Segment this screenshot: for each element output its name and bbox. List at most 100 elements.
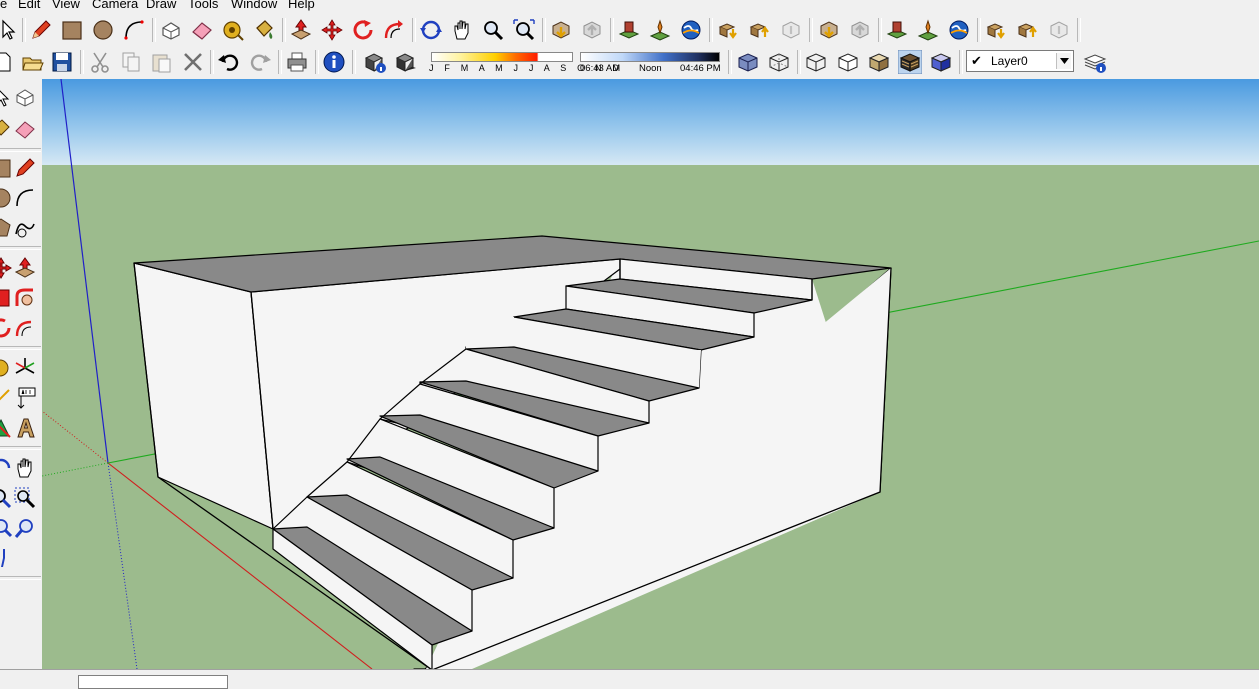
toolbar-separator (412, 18, 416, 42)
undo-icon[interactable] (216, 49, 242, 75)
menu-draw[interactable]: Draw (146, 0, 176, 12)
pan-tool-icon[interactable] (449, 17, 475, 43)
monochrome-icon[interactable] (928, 49, 954, 75)
make-component-icon[interactable] (158, 17, 184, 43)
chevron-down-icon[interactable] (1056, 53, 1071, 69)
paint-bucket-icon[interactable] (251, 17, 277, 43)
new-file-icon[interactable] (0, 49, 16, 75)
walk-tool-icon-left[interactable] (0, 545, 14, 571)
time-end-label: 04:46 PM (680, 63, 721, 74)
time-slider-track[interactable] (580, 52, 720, 62)
toggle-terrain-icon-2[interactable] (915, 17, 941, 43)
toolbar-separator (22, 18, 26, 42)
zoom-window-icon-left[interactable] (12, 485, 38, 511)
toggle-terrain-icon[interactable] (647, 17, 673, 43)
sky (42, 79, 1259, 165)
open-file-icon[interactable] (20, 49, 46, 75)
arc-tool-icon-left[interactable] (12, 185, 38, 211)
toolbar-separator (977, 18, 981, 42)
rotate-tool-icon[interactable] (350, 17, 376, 43)
share-model-icon-2[interactable] (847, 17, 873, 43)
hidden-line-icon[interactable] (835, 49, 861, 75)
get-models-icon[interactable] (548, 17, 574, 43)
display-shadows-icon[interactable] (393, 49, 419, 75)
shadow-settings-icon[interactable] (362, 49, 388, 75)
move-tool-icon[interactable] (319, 17, 345, 43)
print-icon[interactable] (284, 49, 310, 75)
drawing-viewport[interactable] (42, 79, 1259, 669)
offset-tool-icon-left[interactable] (12, 315, 38, 341)
menu-camera[interactable]: Camera (92, 0, 138, 12)
components-download-icon[interactable] (716, 17, 742, 43)
menu-edit[interactable]: Edit (18, 0, 40, 12)
pan-tool-icon-left[interactable] (12, 455, 38, 481)
menu-view[interactable]: View (52, 0, 80, 12)
paste-icon[interactable] (148, 49, 174, 75)
shaded-textures-icon[interactable] (897, 49, 923, 75)
toolbar-separator (709, 18, 713, 42)
rectangle-tool-icon[interactable] (59, 17, 85, 43)
google-earth-icon[interactable] (678, 17, 704, 43)
push-pull-icon-left[interactable] (12, 255, 38, 281)
zoom-extents-icon[interactable] (511, 17, 537, 43)
arc-tool-icon[interactable] (121, 17, 147, 43)
menu-help[interactable]: Help (288, 0, 315, 12)
text-tool-icon-left[interactable] (12, 385, 38, 411)
month-slider-track[interactable] (431, 52, 573, 62)
freehand-tool-icon-left[interactable] (12, 215, 38, 241)
components-download-icon-2[interactable] (984, 17, 1010, 43)
make-component-icon-left[interactable] (12, 84, 38, 110)
redo-icon[interactable] (247, 49, 273, 75)
menu-tools[interactable]: Tools (188, 0, 218, 12)
pencil-tool-icon-left[interactable] (12, 155, 38, 181)
zoom-extents-icon-left[interactable] (12, 515, 38, 541)
google-earth-icon-2[interactable] (946, 17, 972, 43)
pencil-tool-icon[interactable] (28, 17, 54, 43)
time-start-label: 06:43 AM (580, 63, 621, 74)
delete-icon[interactable] (180, 49, 206, 75)
palette-separator (0, 446, 41, 450)
model-info-icon[interactable] (321, 49, 347, 75)
share-component-icon-2[interactable] (1046, 17, 1072, 43)
select-tool-icon[interactable] (0, 17, 20, 43)
get-models-icon-2[interactable] (816, 17, 842, 43)
components-upload-icon-2[interactable] (1015, 17, 1041, 43)
eraser-tool-icon-left[interactable] (12, 116, 38, 142)
toolbar-separator (352, 50, 356, 74)
save-icon[interactable] (49, 49, 75, 75)
scene-canvas[interactable] (42, 79, 1259, 669)
share-model-icon[interactable] (579, 17, 605, 43)
follow-me-icon-left[interactable] (12, 285, 38, 311)
wireframe-icon[interactable] (803, 49, 829, 75)
cut-icon[interactable] (87, 49, 113, 75)
copy-icon[interactable] (118, 49, 144, 75)
measurements-box[interactable] (78, 675, 228, 689)
axes-tool-icon-left[interactable] (12, 355, 38, 381)
eraser-tool-icon[interactable] (189, 17, 215, 43)
3d-text-icon-left[interactable] (12, 415, 38, 441)
menu-window[interactable]: Window (231, 0, 277, 12)
components-upload-icon[interactable] (747, 17, 773, 43)
tape-measure-icon[interactable] (220, 17, 246, 43)
circle-tool-icon[interactable] (90, 17, 116, 43)
layer-dropdown[interactable]: ✔ Layer0 (966, 50, 1074, 72)
toolbar-separator (728, 50, 732, 74)
toolbar-separator (542, 18, 546, 42)
toolbar-separator (1077, 18, 1081, 42)
status-bar (0, 669, 1259, 689)
layer-manager-icon[interactable] (1082, 49, 1108, 75)
add-location-icon-2[interactable] (884, 17, 910, 43)
back-edges-icon[interactable] (766, 49, 792, 75)
zoom-tool-icon[interactable] (480, 17, 506, 43)
menu-file[interactable]: e (0, 0, 7, 12)
share-component-icon[interactable] (778, 17, 804, 43)
xray-icon[interactable] (735, 49, 761, 75)
shaded-icon[interactable] (866, 49, 892, 75)
push-pull-icon[interactable] (288, 17, 314, 43)
toolbar-separator (80, 50, 84, 74)
month-slider[interactable]: J F M A M J J A S O N D (429, 49, 619, 75)
time-slider[interactable]: 06:43 AM Noon 04:46 PM (578, 49, 724, 75)
add-location-icon[interactable] (616, 17, 642, 43)
offset-tool-icon[interactable] (381, 17, 407, 43)
orbit-tool-icon[interactable] (418, 17, 444, 43)
